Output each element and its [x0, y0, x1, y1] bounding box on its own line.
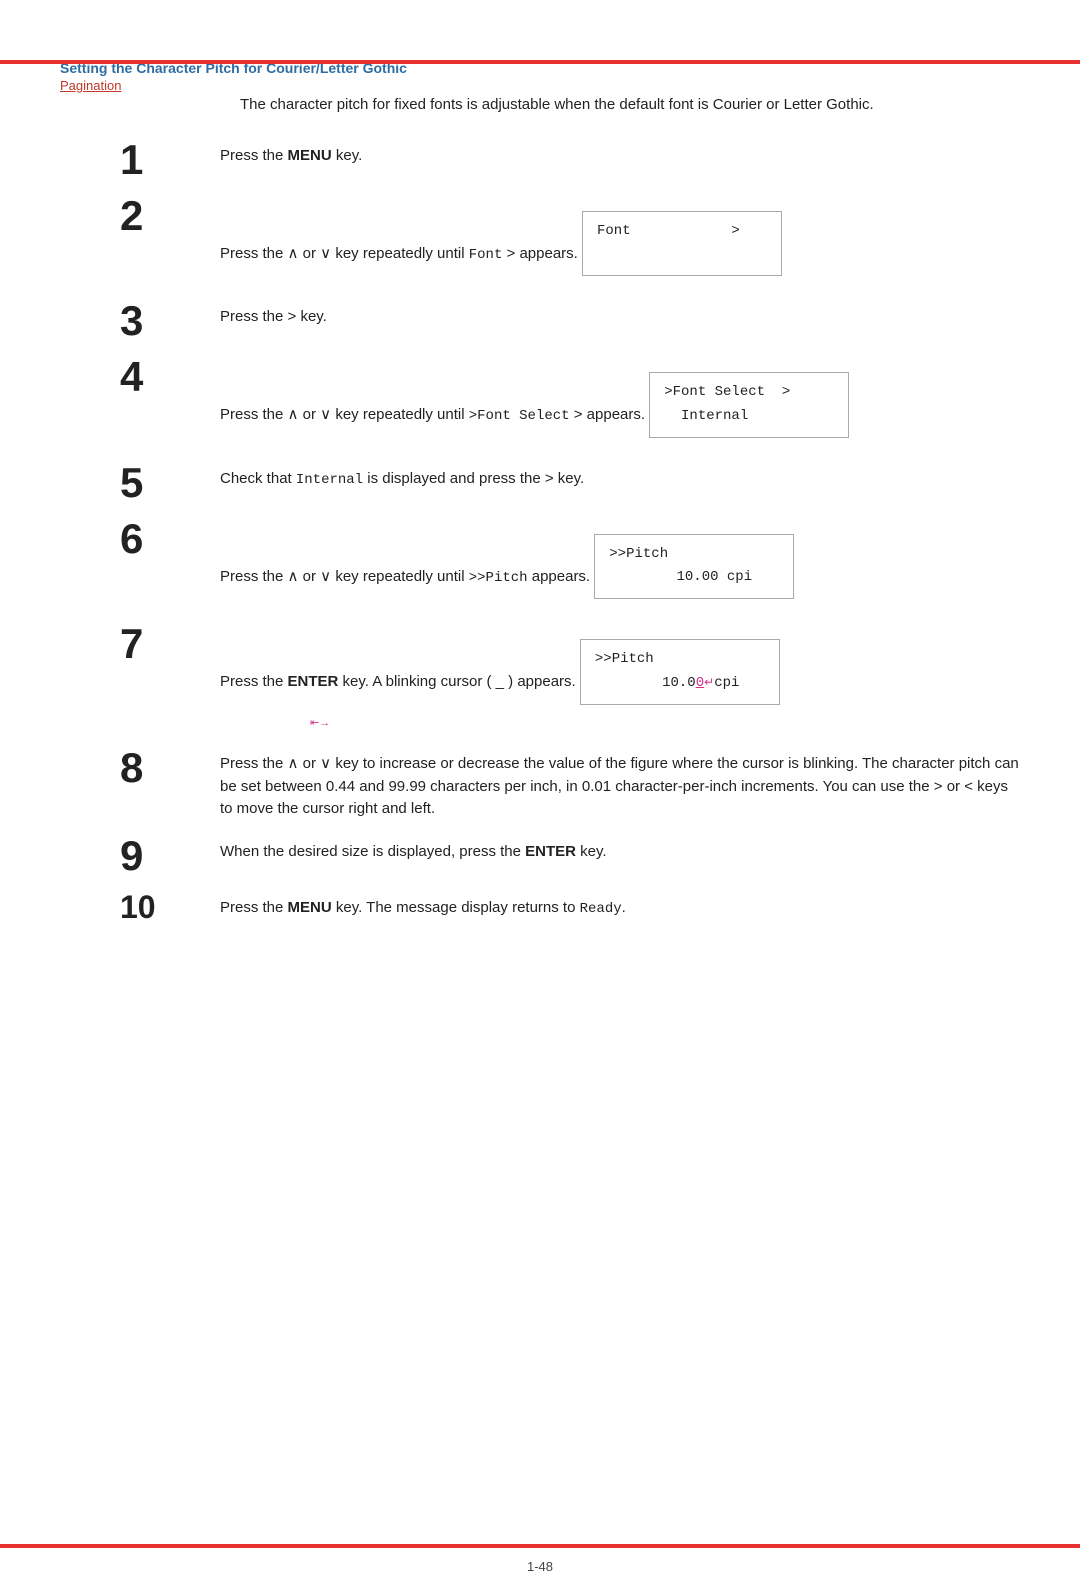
- step-7-box-line2: 10.00↵cpi: [595, 675, 740, 691]
- step-5-content: Check that Internal is displayed and pre…: [220, 462, 1020, 491]
- pagination-link[interactable]: Pagination: [60, 78, 121, 93]
- step-10-number: 10: [120, 891, 200, 923]
- step-7-row: 7 Press the ENTER key. A blinking cursor…: [60, 623, 1020, 733]
- intro-text: The character pitch for fixed fonts is a…: [240, 94, 1020, 117]
- step-2-display-box: Font >: [582, 211, 782, 277]
- top-border: [0, 60, 1080, 64]
- step-3-number: 3: [120, 300, 200, 342]
- step-2-content: Press the ∧ or ∨ key repeatedly until Fo…: [220, 195, 1020, 287]
- step-9-row: 9 When the desired size is displayed, pr…: [60, 835, 1020, 877]
- step-1-number: 1: [120, 139, 200, 181]
- page-number: 1-48: [527, 1559, 553, 1574]
- step-1-row: 1 Press the MENU key.: [60, 139, 1020, 181]
- step-6-number: 6: [120, 518, 200, 560]
- step-8-row: 8 Press the ∧ or ∨ key to increase or de…: [60, 747, 1020, 821]
- step-4-row: 4 Press the ∧ or ∨ key repeatedly until …: [60, 356, 1020, 448]
- step-10-bold: MENU: [288, 899, 332, 916]
- step-10-mono: Ready: [580, 901, 622, 917]
- step-9-content: When the desired size is displayed, pres…: [220, 835, 1020, 864]
- step-2-row: 2 Press the ∧ or ∨ key repeatedly until …: [60, 195, 1020, 287]
- step-2-mono: Font: [469, 246, 503, 262]
- step-10-row: 10 Press the MENU key. The message displ…: [60, 891, 1020, 923]
- step-4-display-box: >Font Select > Internal: [649, 372, 849, 438]
- step-3-content: Press the > key.: [220, 300, 1020, 329]
- step-6-row: 6 Press the ∧ or ∨ key repeatedly until …: [60, 518, 1020, 610]
- step-4-box-line1: >Font Select >: [664, 384, 790, 400]
- step-7-cursor-label: ⇤→: [310, 717, 330, 729]
- step-4-content: Press the ∧ or ∨ key repeatedly until >F…: [220, 356, 1020, 448]
- step-7-number: 7: [120, 623, 200, 665]
- step-6-mono: >>Pitch: [469, 569, 528, 585]
- step-6-display-box: >>Pitch 10.00 cpi: [594, 534, 794, 600]
- step-8-number: 8: [120, 747, 200, 789]
- step-4-mono: >Font Select: [469, 408, 570, 424]
- step-2-box-line1: Font >: [597, 223, 740, 239]
- step-7-bold: ENTER: [288, 673, 339, 690]
- bottom-border: [0, 1544, 1080, 1548]
- step-3-row: 3 Press the > key.: [60, 300, 1020, 342]
- step-7-cursor-symbol: ↵: [704, 676, 714, 690]
- step-1-bold: MENU: [288, 147, 332, 164]
- step-7-cursor: 0: [696, 675, 704, 691]
- step-7-display-box: >>Pitch 10.00↵cpi: [580, 639, 780, 705]
- step-4-box-line2: Internal: [664, 408, 748, 424]
- step-9-bold: ENTER: [525, 843, 576, 860]
- step-7-content: Press the ENTER key. A blinking cursor (…: [220, 623, 1020, 733]
- step-7-cursor-annotation: ⇤→: [310, 711, 1020, 734]
- step-1-content: Press the MENU key.: [220, 139, 1020, 168]
- step-7-box-line1: >>Pitch: [595, 651, 654, 667]
- step-6-box-line2: 10.00 cpi: [609, 569, 752, 585]
- step-6-box-line1: >>Pitch: [609, 546, 668, 562]
- step-10-content: Press the MENU key. The message display …: [220, 891, 1020, 920]
- step-5-row: 5 Check that Internal is displayed and p…: [60, 462, 1020, 504]
- step-6-content: Press the ∧ or ∨ key repeatedly until >>…: [220, 518, 1020, 610]
- step-9-number: 9: [120, 835, 200, 877]
- step-5-number: 5: [120, 462, 200, 504]
- step-5-mono: Internal: [296, 472, 363, 488]
- page-content: Setting the Character Pitch for Courier/…: [60, 60, 1020, 923]
- step-2-number: 2: [120, 195, 200, 237]
- step-4-number: 4: [120, 356, 200, 398]
- step-2-box-line2: [597, 246, 605, 262]
- step-8-content: Press the ∧ or ∨ key to increase or decr…: [220, 747, 1020, 821]
